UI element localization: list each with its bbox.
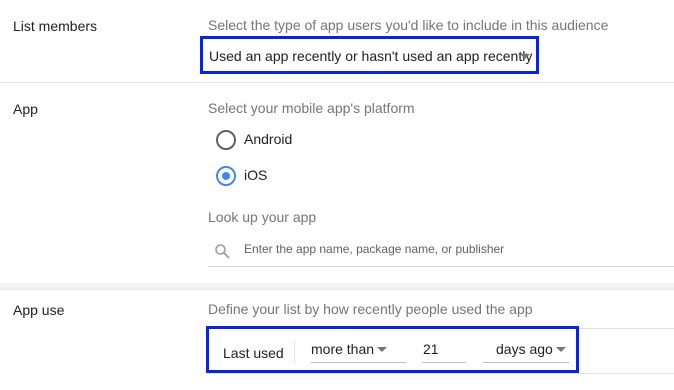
ios-radio[interactable]: [216, 166, 236, 186]
ios-label: iOS: [244, 167, 268, 183]
chevron-down-icon: [556, 347, 566, 352]
days-value: 21: [423, 341, 439, 357]
search-icon: [215, 244, 230, 259]
last-used-label: Last used: [223, 345, 284, 361]
app-use-hint: Define your list by how recently people …: [208, 301, 533, 317]
list-members-dropdown[interactable]: Used an app recently or hasn't used an a…: [200, 36, 539, 74]
list-members-hint: Select the type of app users you'd like …: [208, 17, 609, 33]
list-members-dropdown-value: Used an app recently or hasn't used an a…: [209, 48, 533, 64]
chevron-down-icon: [520, 54, 530, 59]
app-search-input[interactable]: [244, 242, 664, 256]
audience-editor: List members Select the type of app user…: [0, 0, 674, 390]
comparator-select[interactable]: more than: [311, 338, 406, 363]
platform-hint: Select your mobile app's platform: [208, 100, 415, 116]
android-radio[interactable]: [216, 130, 236, 150]
chevron-down-icon: [377, 347, 387, 352]
app-search-field[interactable]: [208, 236, 674, 267]
last-used-divider: [294, 341, 295, 363]
list-members-title: List members: [13, 18, 98, 34]
app-title: App: [13, 101, 38, 117]
unit-select[interactable]: days ago: [483, 338, 569, 363]
android-label: Android: [244, 131, 293, 147]
app-use-title: App use: [13, 302, 65, 318]
list-members-section: List members Select the type of app user…: [0, 0, 674, 83]
comparator-value: more than: [311, 341, 375, 357]
unit-value: days ago: [496, 341, 553, 357]
lookup-app-label: Look up your app: [208, 209, 317, 225]
days-input[interactable]: 21: [422, 338, 466, 363]
